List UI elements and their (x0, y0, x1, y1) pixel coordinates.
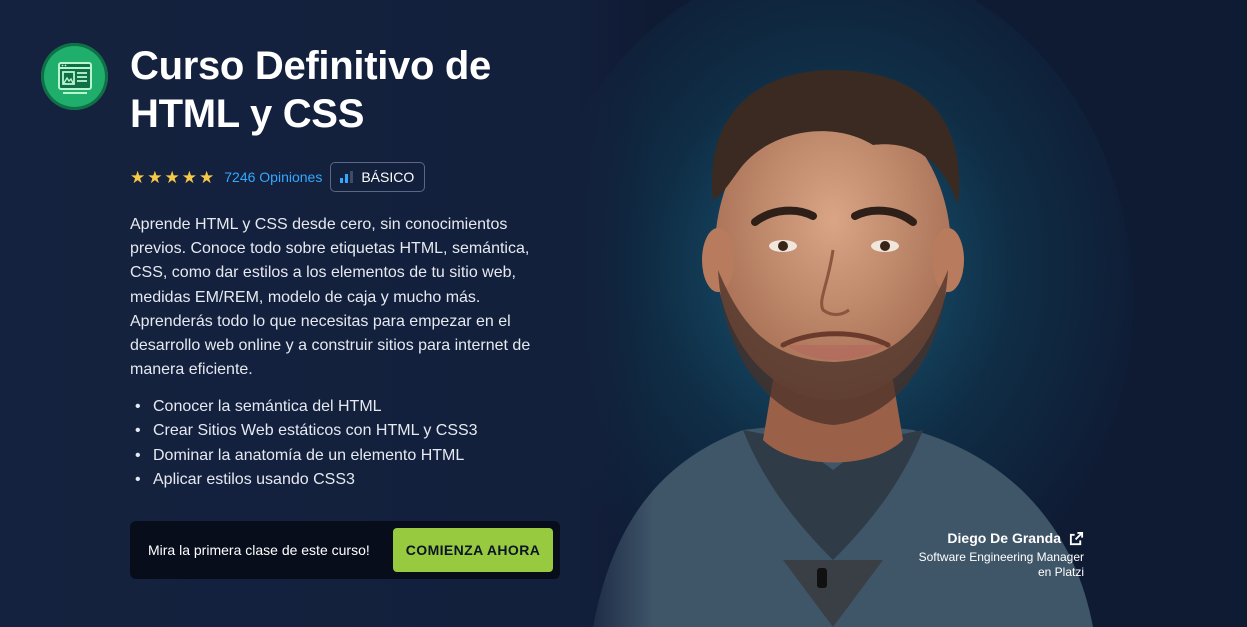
list-item-text: Crear Sitios Web estáticos con HTML y CS… (153, 422, 478, 440)
star-icon: ★ (199, 167, 215, 187)
list-item-text: Dominar la anatomía de un elemento HTML (153, 446, 465, 464)
html-css-course-icon (57, 61, 92, 94)
course-hero: Curso Definitivo de HTML y CSS ★ ★ ★ ★ ★… (0, 0, 1247, 627)
star-icon: ★ (181, 167, 197, 187)
course-badge-icon (41, 43, 108, 110)
list-item: • Aplicar estilos usando CSS3 (135, 468, 555, 492)
rating-stars: ★ ★ ★ ★ ★ (130, 169, 214, 186)
rating-row: ★ ★ ★ ★ ★ 7246 Opiniones BÁSICO (130, 162, 426, 192)
instructor-info: Diego De Granda Software Engineering Man… (904, 530, 1084, 580)
external-link-icon[interactable] (1069, 531, 1084, 546)
level-label: BÁSICO (361, 169, 415, 185)
level-bars-icon (340, 171, 354, 183)
instructor-role: Software Engineering Manager en Platzi (918, 550, 1084, 579)
instructor-name-row[interactable]: Diego De Granda (904, 530, 1084, 546)
star-icon: ★ (130, 167, 146, 187)
learning-goals-list: • Conocer la semántica del HTML • Crear Si… (135, 395, 555, 492)
star-icon: ★ (164, 167, 180, 187)
list-item-text: Conocer la semántica del HTML (153, 398, 382, 415)
list-item: • Conocer la semántica del HTML (135, 395, 555, 419)
cta-bar: Mira la primera clase de este curso! COM… (130, 521, 560, 579)
list-item: • Dominar la anatomía de un elemento HTML (135, 444, 555, 468)
instructor-name[interactable]: Diego De Granda (947, 530, 1061, 546)
course-description: Aprende HTML y CSS desde cero, sin conoc… (130, 216, 531, 379)
star-icon: ★ (147, 167, 163, 187)
course-title: Curso Definitivo de HTML y CSS (130, 44, 491, 136)
list-item: • Crear Sitios Web estáticos con HTML y C… (135, 419, 555, 443)
start-now-button[interactable]: COMIENZA AHORA (393, 528, 553, 572)
level-badge: BÁSICO (330, 162, 426, 192)
cta-text: Mira la primera clase de este curso! (148, 542, 370, 558)
list-item-text: Aplicar estilos usando CSS3 (153, 470, 355, 488)
reviews-link[interactable]: 7246 Opiniones (224, 169, 322, 185)
